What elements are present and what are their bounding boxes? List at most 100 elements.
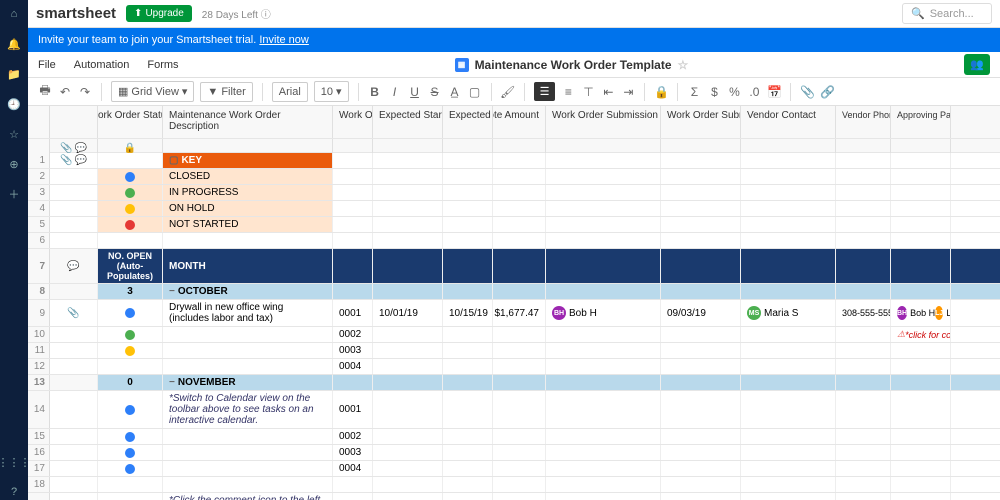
- status-dot: [125, 330, 135, 340]
- row-18[interactable]: 18: [28, 477, 1000, 493]
- col-approve[interactable]: Approving Party: [891, 106, 951, 138]
- folder-icon[interactable]: 📁: [6, 66, 22, 82]
- add-icon[interactable]: ＋: [6, 186, 22, 202]
- row-16[interactable]: 160003: [28, 445, 1000, 461]
- lock-icon[interactable]: 🔒: [654, 85, 668, 99]
- menu-automation[interactable]: Automation: [74, 59, 130, 71]
- row-13[interactable]: 130−NOVEMBER: [28, 375, 1000, 391]
- col-desc[interactable]: Maintenance Work Order Description: [163, 106, 333, 138]
- row-10[interactable]: 100002⚠ *click for contact l: [28, 327, 1000, 343]
- row-7[interactable]: 7💬NO. OPEN (Auto-Populates)MONTH: [28, 249, 1000, 284]
- strike-icon[interactable]: S: [428, 85, 442, 99]
- favorite-star-icon[interactable]: ☆: [678, 58, 689, 72]
- comment-icon[interactable]: 💬: [75, 155, 87, 166]
- menubar: File Automation Forms ▦ Maintenance Work…: [28, 52, 1000, 78]
- recent-icon[interactable]: 🕘: [6, 96, 22, 112]
- status-dot-red: [125, 220, 135, 230]
- logo: smartsheet: [36, 5, 116, 22]
- link-icon[interactable]: 🔗: [820, 85, 834, 99]
- share-button[interactable]: 👥: [964, 54, 990, 75]
- menu-file[interactable]: File: [38, 59, 56, 71]
- attach-icon[interactable]: 📎: [800, 85, 814, 99]
- row-6[interactable]: 6: [28, 233, 1000, 249]
- status-dot-blue: [125, 172, 135, 182]
- avatar: BH: [552, 306, 566, 320]
- align-top-icon[interactable]: ⊤: [581, 85, 595, 99]
- filter-button[interactable]: ▼ Filter: [200, 82, 252, 102]
- undo-icon[interactable]: ↶: [58, 85, 72, 99]
- invite-link[interactable]: Invite now: [259, 34, 309, 46]
- bell-icon[interactable]: 🔔: [6, 36, 22, 52]
- attach-icon[interactable]: 📎: [60, 155, 72, 166]
- col-quote[interactable]: Quote Amount: [493, 106, 546, 138]
- row-14[interactable]: 14*Switch to Calendar view on the toolba…: [28, 391, 1000, 429]
- row-17[interactable]: 170004: [28, 461, 1000, 477]
- view-switcher[interactable]: ▦ Grid View ▾: [111, 81, 194, 102]
- avatar: BH: [897, 306, 907, 320]
- search-input[interactable]: 🔍 Search...: [902, 3, 992, 24]
- indent-in-icon[interactable]: ⇥: [621, 85, 635, 99]
- collapse-icon[interactable]: −: [169, 377, 175, 388]
- col-vcontact[interactable]: Vendor Contact: [741, 106, 836, 138]
- font-selector[interactable]: Arial: [272, 82, 308, 102]
- menu-forms[interactable]: Forms: [147, 59, 178, 71]
- document-title: ▦ Maintenance Work Order Template ☆: [197, 58, 947, 72]
- align-left-icon[interactable]: ≡: [561, 85, 575, 99]
- col-vphone[interactable]: Vendor Phone: [836, 106, 891, 138]
- currency-icon[interactable]: $: [707, 85, 721, 99]
- status-dot-green: [125, 188, 135, 198]
- upgrade-button[interactable]: ⬆ Upgrade: [126, 5, 192, 22]
- row-3[interactable]: 3IN PROGRESS: [28, 185, 1000, 201]
- underline-icon[interactable]: U: [408, 85, 422, 99]
- row-9[interactable]: 9📎Drywall in new office wing (includes l…: [28, 300, 1000, 327]
- col-status[interactable]: Work Order Status: [98, 106, 163, 138]
- percent-icon[interactable]: %: [727, 85, 741, 99]
- help-icon[interactable]: ?: [6, 484, 22, 500]
- col-num[interactable]: Work Order Number: [333, 106, 373, 138]
- bold-icon[interactable]: B: [368, 85, 382, 99]
- row-4[interactable]: 4ON HOLD: [28, 201, 1000, 217]
- save-icon[interactable]: 🖶: [38, 85, 52, 99]
- decimal-icon[interactable]: .0: [747, 85, 761, 99]
- sum-icon[interactable]: Σ: [687, 85, 701, 99]
- column-icon-row: 📎💬 🔒: [28, 139, 1000, 153]
- fill-color-icon[interactable]: ▢: [468, 85, 482, 99]
- collapse-icon[interactable]: −: [169, 286, 175, 297]
- row-1[interactable]: 1📎💬▢KEY: [28, 153, 1000, 169]
- avatar: MS: [747, 306, 761, 320]
- indent-out-icon[interactable]: ⇤: [601, 85, 615, 99]
- redo-icon[interactable]: ↷: [78, 85, 92, 99]
- home-icon[interactable]: ⌂: [6, 6, 22, 22]
- wrap-icon[interactable]: ☰: [534, 82, 556, 101]
- format-painter-icon[interactable]: 🖌: [501, 85, 515, 99]
- column-header-row: Work Order Status Maintenance Work Order…: [28, 106, 1000, 139]
- col-subcontact[interactable]: Work Order Submission Contact: [546, 106, 661, 138]
- italic-icon[interactable]: I: [388, 85, 402, 99]
- row-15[interactable]: 150002: [28, 429, 1000, 445]
- comment-icon[interactable]: 💬: [67, 261, 79, 272]
- row-12[interactable]: 120004: [28, 359, 1000, 375]
- font-size-selector[interactable]: 10 ▾: [314, 81, 349, 102]
- status-dot: [125, 448, 135, 458]
- trial-days-left: 28 Days Left ⓘ: [202, 6, 271, 21]
- star-icon[interactable]: ☆: [6, 126, 22, 142]
- attach-icon[interactable]: 📎: [67, 308, 79, 319]
- comment-header-icon[interactable]: 💬: [75, 143, 87, 153]
- row-2[interactable]: 2CLOSED: [28, 169, 1000, 185]
- col-end[interactable]: Expected End Date: [443, 106, 493, 138]
- row-5[interactable]: 5NOT STARTED: [28, 217, 1000, 233]
- apps-icon[interactable]: ⋮⋮⋮: [6, 454, 22, 470]
- collapse-icon[interactable]: ▢: [169, 155, 178, 166]
- attach-header-icon[interactable]: 📎: [60, 143, 72, 153]
- workspaces-icon[interactable]: ⊕: [6, 156, 22, 172]
- date-icon[interactable]: 📅: [767, 85, 781, 99]
- status-dot: [125, 464, 135, 474]
- row-11[interactable]: 110003: [28, 343, 1000, 359]
- row-19[interactable]: 19*Click the comment icon to the left to…: [28, 493, 1000, 500]
- text-color-icon[interactable]: A̲: [448, 85, 462, 99]
- sheet-icon: ▦: [455, 58, 469, 72]
- row-8[interactable]: 83−OCTOBER: [28, 284, 1000, 300]
- status-dot: [125, 405, 135, 415]
- col-start[interactable]: Expected Start Date: [373, 106, 443, 138]
- col-subdate[interactable]: Work Order Submission Date: [661, 106, 741, 138]
